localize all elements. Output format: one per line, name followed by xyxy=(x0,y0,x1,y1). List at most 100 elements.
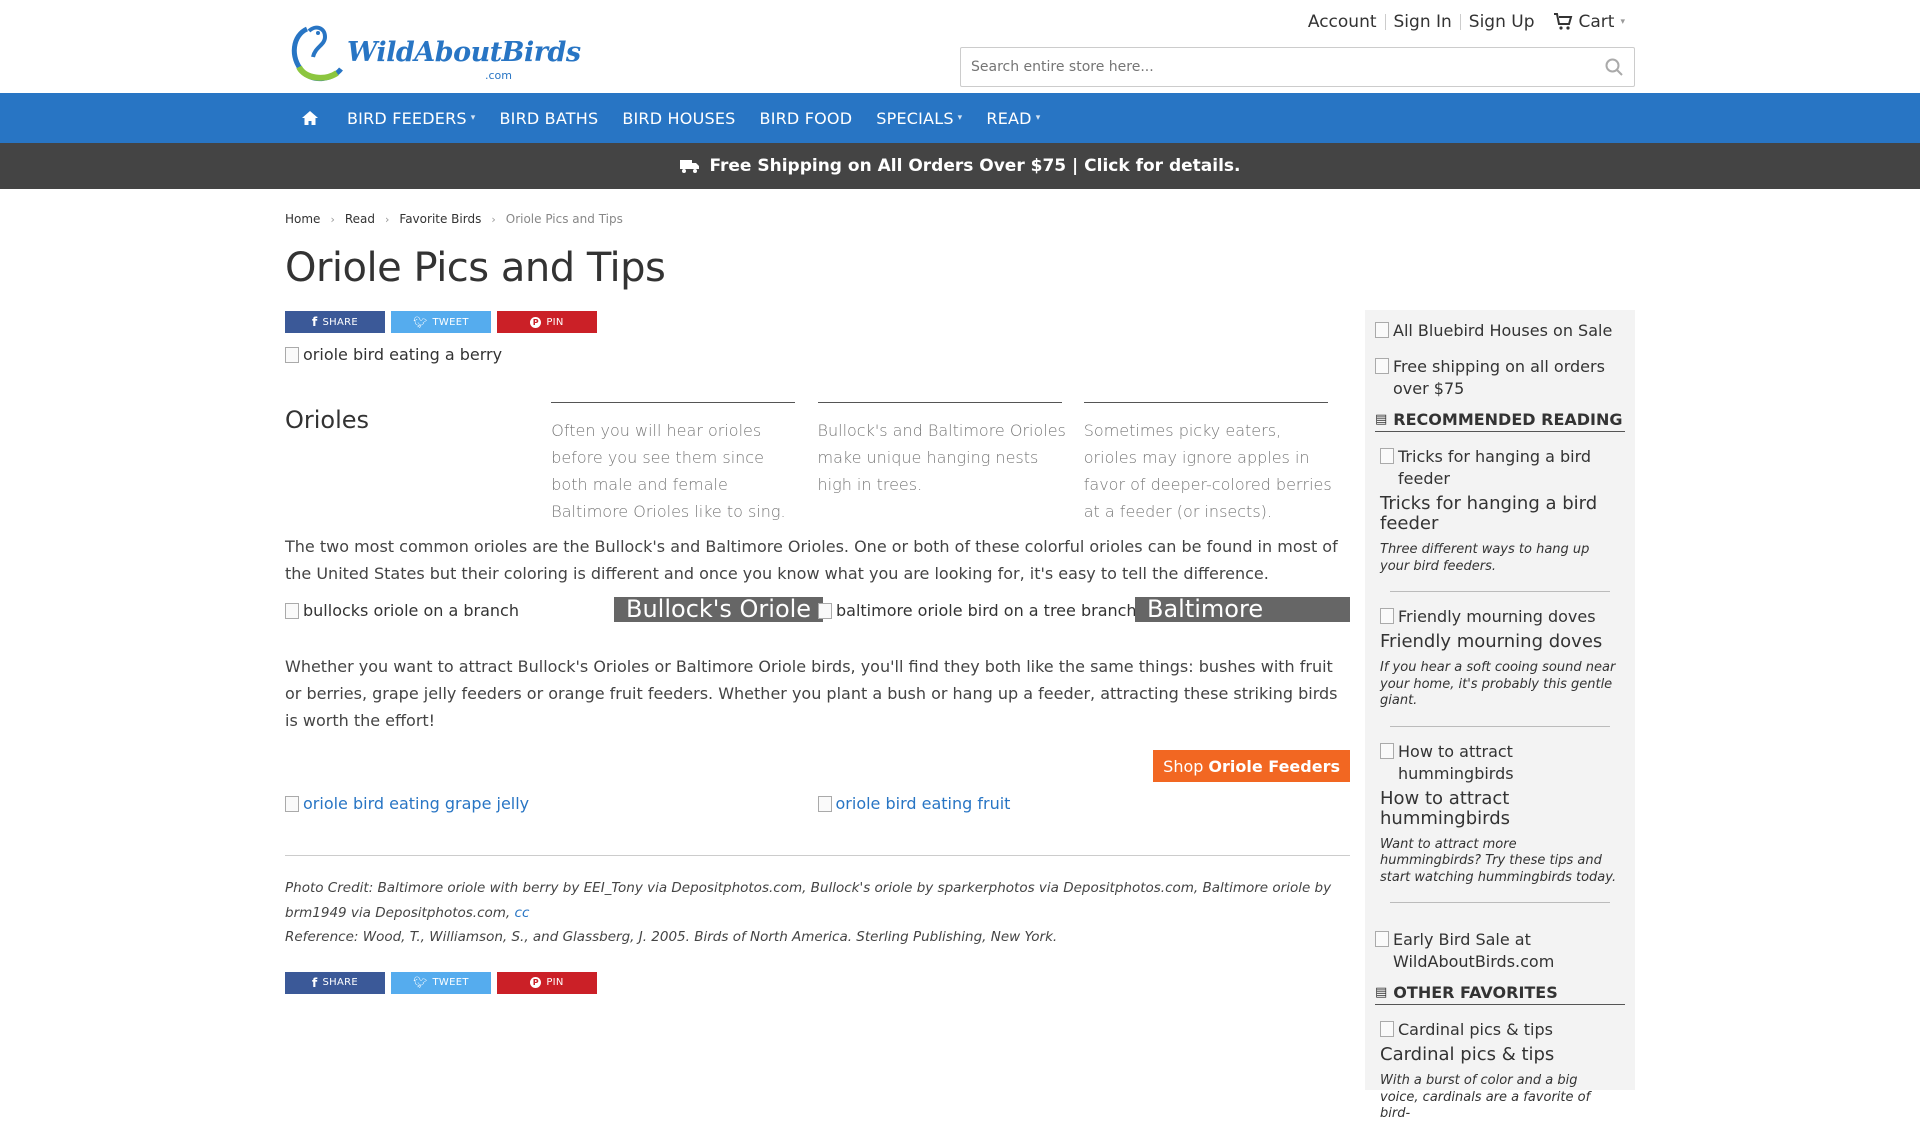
divider xyxy=(1390,591,1610,592)
broken-image-icon xyxy=(1380,1021,1394,1037)
cart-button[interactable]: Cart ▾ xyxy=(1553,12,1625,32)
broken-image-icon xyxy=(285,603,299,619)
image-alt: How to attract hummingbirds xyxy=(1398,741,1514,783)
pinterest-icon: P xyxy=(530,977,542,988)
nav-read[interactable]: READ ▾ xyxy=(974,93,1052,143)
card-description: Three different ways to hang up your bir… xyxy=(1380,542,1590,574)
broken-image-icon xyxy=(818,603,832,619)
pinterest-pin-button[interactable]: P PIN xyxy=(497,971,597,994)
nav-label: BIRD FOOD xyxy=(759,108,853,128)
pin-label: PIN xyxy=(546,977,564,988)
site-logo[interactable]: WildAboutBirds .com xyxy=(285,17,581,87)
image-alt: bullocks oriole on a branch xyxy=(303,601,519,620)
image-alt: Cardinal pics & tips xyxy=(1398,1020,1553,1039)
image-alt: oriole bird eating fruit xyxy=(835,794,1011,813)
intro-paragraph: The two most common orioles are the Bull… xyxy=(285,537,1338,583)
breadcrumb-home[interactable]: Home xyxy=(285,212,320,226)
breadcrumb-read[interactable]: Read xyxy=(345,212,375,226)
shop-row: Shop Oriole Feeders xyxy=(285,750,1350,782)
baltimore-caption: Baltimore Oriole xyxy=(1135,597,1350,647)
card-description: If you hear a soft cooing sound near you… xyxy=(1380,660,1616,708)
nav-bird-food[interactable]: BIRD FOOD xyxy=(748,93,865,143)
fact-text: Often you will hear orioles before you s… xyxy=(551,421,786,521)
image-alt: oriole bird eating grape jelly xyxy=(303,794,530,813)
twitter-tweet-button[interactable]: 🐦︎ TWEET xyxy=(391,971,491,994)
broken-image-icon xyxy=(1375,931,1389,947)
broken-image-icon xyxy=(817,796,832,812)
bullocks-caption: Bullock's Oriole xyxy=(614,597,824,622)
section-title: Orioles xyxy=(285,406,370,434)
nav-label: BIRD HOUSES xyxy=(622,108,736,128)
recommended-card[interactable]: Tricks for hanging a bird feeder Tricks … xyxy=(1375,446,1625,592)
cc-link[interactable]: cc xyxy=(515,905,530,921)
twitter-icon: 🐦︎ xyxy=(413,976,428,989)
photo-credits: Photo Credit: Baltimore oriole with berr… xyxy=(285,876,1350,950)
sidebar: All Bluebird Houses on Sale Free shippin… xyxy=(1365,310,1635,1121)
image-alt: Friendly mourning doves xyxy=(1398,607,1596,626)
shop-strong: Oriole Feeders xyxy=(1208,756,1340,776)
divider xyxy=(1390,725,1610,727)
search-input[interactable] xyxy=(961,59,1594,75)
card-image: Cardinal pics & tips xyxy=(1380,1019,1620,1041)
photo-credit-text: Photo Credit: Baltimore oriole with berr… xyxy=(285,880,1332,921)
account-link[interactable]: Account xyxy=(1308,12,1377,32)
nav-label: READ xyxy=(986,108,1032,128)
divider xyxy=(1384,14,1386,30)
nav-bird-baths[interactable]: BIRD BATHS xyxy=(487,93,610,143)
broken-image-icon xyxy=(285,347,299,363)
reference-text: Reference: Wood, T., Williamson, S., and… xyxy=(285,929,1058,945)
body-paragraph: Whether you want to attract Bullock's Or… xyxy=(285,657,1338,730)
promo-banner[interactable]: Free Shipping on All Orders Over $75 | C… xyxy=(0,143,1920,189)
chevron-right-icon: › xyxy=(385,212,390,226)
search-icon[interactable] xyxy=(1594,58,1634,76)
grape-jelly-image-link[interactable]: oriole bird eating grape jelly xyxy=(285,794,818,813)
card-title: How to attract hummingbirds xyxy=(1380,787,1511,829)
card-title: Tricks for hanging a bird feeder xyxy=(1380,493,1598,534)
home-icon[interactable] xyxy=(285,93,335,143)
fruit-image-link[interactable]: oriole bird eating fruit xyxy=(817,794,1351,813)
sign-in-link[interactable]: Sign In xyxy=(1394,12,1452,32)
recommended-card[interactable]: Friendly mourning doves Friendly mournin… xyxy=(1375,606,1625,727)
free-shipping-banner[interactable]: Free shipping on all orders over $75 xyxy=(1375,356,1625,400)
truck-icon xyxy=(680,160,700,173)
bluebird-sale-banner[interactable]: All Bluebird Houses on Sale xyxy=(1375,320,1625,342)
card-image: Tricks for hanging a bird feeder xyxy=(1380,446,1620,490)
baltimore-image: baltimore oriole bird on a tree branch xyxy=(818,601,1137,620)
heading-label: RECOMMENDED READING xyxy=(1393,410,1623,429)
chevron-down-icon: ▾ xyxy=(1035,113,1041,123)
sign-up-link[interactable]: Sign Up xyxy=(1469,12,1535,32)
early-bird-sale-banner[interactable]: Early Bird Sale at WildAboutBirds.com xyxy=(1375,929,1625,973)
other-favorites-heading: ▤ OTHER FAVORITES xyxy=(1375,983,1625,1005)
bullocks-image: bullocks oriole on a branch xyxy=(285,601,519,620)
card-image: How to attract hummingbirds xyxy=(1380,741,1620,785)
newspaper-icon: ▤ xyxy=(1375,412,1388,427)
image-alt: Tricks for hanging a bird feeder xyxy=(1398,447,1592,488)
broken-image-icon xyxy=(1375,358,1389,374)
nav-specials[interactable]: SPECIALS ▾ xyxy=(864,93,974,143)
favorite-card[interactable]: Cardinal pics & tips Cardinal pics & tip… xyxy=(1375,1019,1625,1123)
chevron-right-icon: › xyxy=(330,212,335,226)
breadcrumb-favorite-birds[interactable]: Favorite Birds xyxy=(399,212,481,226)
nav-label: BIRD FEEDERS xyxy=(347,108,467,128)
search-box xyxy=(960,47,1635,87)
share-buttons-bottom: f SHARE 🐦︎ TWEET P PIN xyxy=(285,971,1350,994)
divider xyxy=(1390,902,1610,903)
divider xyxy=(817,402,1062,403)
fact-col: Bullock's and Baltimore Orioles make uni… xyxy=(817,376,1084,525)
nav-bird-houses[interactable]: BIRD HOUSES xyxy=(610,93,747,143)
divider xyxy=(1459,14,1461,30)
top-links: Account Sign In Sign Up Cart ▾ xyxy=(1308,12,1625,32)
header: WildAboutBirds .com Account Sign In Sign… xyxy=(0,0,1920,93)
nav-bird-feeders[interactable]: BIRD FEEDERS ▾ xyxy=(335,93,487,143)
image-alt: Free shipping on all orders over $75 xyxy=(1393,357,1605,398)
chevron-down-icon: ▾ xyxy=(957,113,963,123)
article: oriole bird eating a berry Orioles Often… xyxy=(285,300,1350,994)
broken-image-icon xyxy=(1375,322,1389,338)
recommended-card[interactable]: How to attract hummingbirds How to attra… xyxy=(1375,741,1625,903)
shop-oriole-feeders-button[interactable]: Shop Oriole Feeders xyxy=(1153,750,1350,782)
facebook-share-button[interactable]: f SHARE xyxy=(285,971,385,994)
nav-label: BIRD BATHS xyxy=(499,108,599,128)
broken-image-icon xyxy=(1380,608,1394,624)
card-description: Want to attract more hummingbirds? Try t… xyxy=(1380,836,1617,885)
share-label: SHARE xyxy=(322,977,358,988)
